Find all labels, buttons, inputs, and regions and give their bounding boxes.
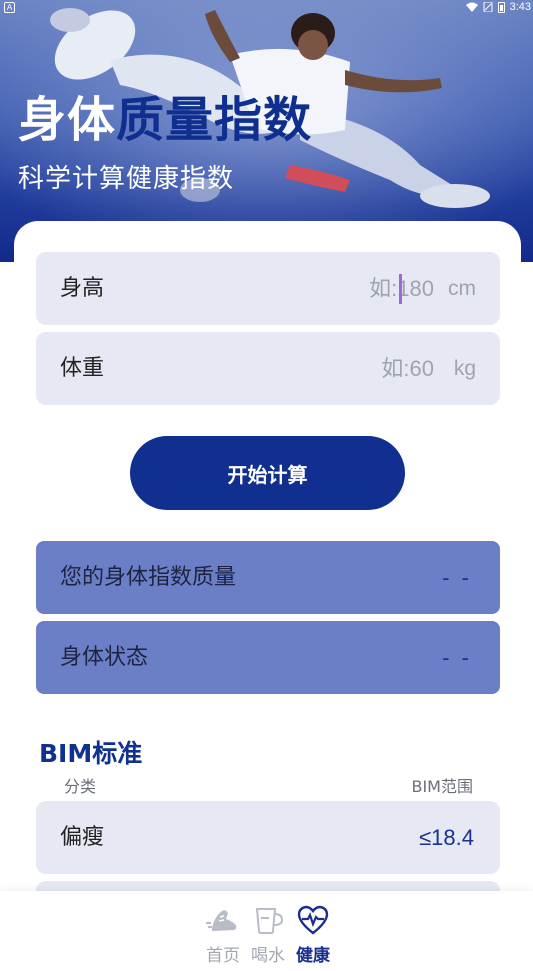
height-unit: cm <box>448 277 476 300</box>
page-title: 身体质量指数 <box>18 92 313 148</box>
body-status-label: 身体状态 <box>60 645 149 670</box>
weight-label: 体重 <box>60 356 105 381</box>
calculate-button[interactable]: 开始计算 <box>130 436 405 510</box>
bottom-nav: 首页 喝水 健康 <box>0 891 533 971</box>
shoe-icon <box>206 910 237 931</box>
status-icons: 3:43 <box>465 1 531 13</box>
height-label: 身高 <box>60 276 105 301</box>
weight-input[interactable] <box>284 332 434 405</box>
height-input[interactable] <box>284 252 434 325</box>
nav-item-home[interactable]: 首页 <box>198 903 248 966</box>
page-subtitle: 科学计算健康指数 <box>18 164 235 194</box>
heart-pulse-icon <box>297 905 329 935</box>
bmi-card: 身高 cm 体重 kg 开始计算 您的身体指数质量 - - 身体状态 - - B… <box>14 221 521 954</box>
bim-col-category: 分类 <box>64 777 97 796</box>
notification-a-icon: A <box>4 2 15 13</box>
bim-standard-title: BIM标准 <box>39 739 143 768</box>
no-sim-icon <box>483 2 493 12</box>
body-status-value: - - <box>442 645 472 670</box>
bmi-result-label: 您的身体指数质量 <box>60 565 237 590</box>
bim-row-category: 偏瘦 <box>60 825 105 850</box>
cup-icon <box>255 908 284 934</box>
bim-col-range: BIM范围 <box>411 777 473 796</box>
nav-label-home: 首页 <box>206 946 240 966</box>
wifi-icon <box>465 2 478 12</box>
bmi-result-value: - - <box>442 565 472 590</box>
battery-icon <box>497 1 505 13</box>
height-field[interactable]: 身高 cm <box>36 252 500 325</box>
bim-row-range: ≤18.4 <box>419 825 474 850</box>
text-caret <box>399 274 402 304</box>
status-time: 3:43 <box>509 1 531 13</box>
body-status-row: 身体状态 - - <box>36 621 500 694</box>
weight-field[interactable]: 体重 kg <box>36 332 500 405</box>
nav-label-water: 喝水 <box>251 946 285 966</box>
nav-item-health[interactable]: 健康 <box>288 903 338 966</box>
nav-item-water[interactable]: 喝水 <box>243 903 293 966</box>
weight-unit: kg <box>453 357 476 380</box>
status-bar: A 3:43 <box>0 0 533 16</box>
nav-label-health: 健康 <box>296 946 330 966</box>
bmi-result-row: 您的身体指数质量 - - <box>36 541 500 614</box>
bim-row: 偏瘦 ≤18.4 <box>36 801 500 874</box>
